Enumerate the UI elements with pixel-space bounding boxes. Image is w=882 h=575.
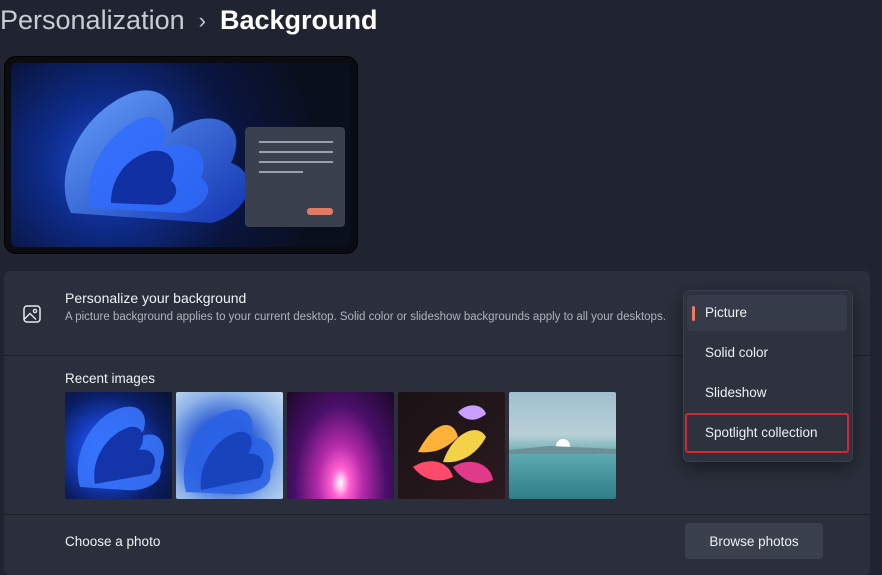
selected-indicator bbox=[692, 306, 695, 321]
recent-images-label: Recent images bbox=[65, 371, 156, 386]
dropdown-option-slideshow[interactable]: Slideshow bbox=[687, 375, 847, 411]
mock-text-line bbox=[259, 161, 333, 163]
mock-text-line bbox=[259, 171, 303, 173]
dropdown-option-spotlight-collection[interactable]: Spotlight collection bbox=[685, 413, 849, 453]
preview-wallpaper bbox=[11, 63, 351, 247]
dropdown-option-picture[interactable]: Picture bbox=[687, 295, 847, 331]
mock-button bbox=[307, 208, 333, 215]
recent-image-abstract-flower[interactable] bbox=[398, 392, 505, 499]
preview-window-mockup bbox=[245, 127, 345, 227]
divider bbox=[4, 514, 870, 515]
background-type-dropdown[interactable]: Picture Solid color Slideshow Spotlight … bbox=[683, 290, 853, 462]
lake-art bbox=[509, 439, 616, 454]
dropdown-option-label: Spotlight collection bbox=[705, 425, 818, 440]
breadcrumb-separator: › bbox=[198, 8, 206, 33]
breadcrumb: Personalization › Background bbox=[0, 0, 377, 40]
page-title: Background bbox=[219, 4, 378, 35]
flower-art bbox=[413, 405, 493, 484]
recent-image-purple-glow[interactable] bbox=[287, 392, 394, 499]
personalize-background-title: Personalize your background bbox=[65, 290, 247, 306]
dropdown-option-label: Slideshow bbox=[705, 385, 767, 400]
mock-text-line bbox=[259, 151, 333, 153]
dropdown-option-label: Solid color bbox=[705, 345, 769, 360]
breadcrumb-personalization[interactable]: Personalization bbox=[0, 5, 185, 36]
personalize-background-description: A picture background applies to your cur… bbox=[65, 311, 666, 323]
recent-images-list bbox=[65, 392, 616, 499]
mock-text-line bbox=[259, 141, 333, 143]
dropdown-option-solid-color[interactable]: Solid color bbox=[687, 335, 847, 371]
image-icon bbox=[23, 305, 41, 323]
bloom-art bbox=[183, 409, 274, 495]
desktop-preview bbox=[4, 56, 358, 254]
recent-image-bloom-light[interactable] bbox=[176, 392, 283, 499]
recent-image-bloom-dark[interactable] bbox=[65, 392, 172, 499]
bloom-art bbox=[77, 406, 164, 491]
choose-photo-label: Choose a photo bbox=[65, 534, 161, 549]
dropdown-option-label: Picture bbox=[705, 305, 748, 320]
browse-photos-button[interactable]: Browse photos bbox=[685, 523, 823, 559]
recent-image-lake-sunrise[interactable] bbox=[509, 392, 616, 499]
